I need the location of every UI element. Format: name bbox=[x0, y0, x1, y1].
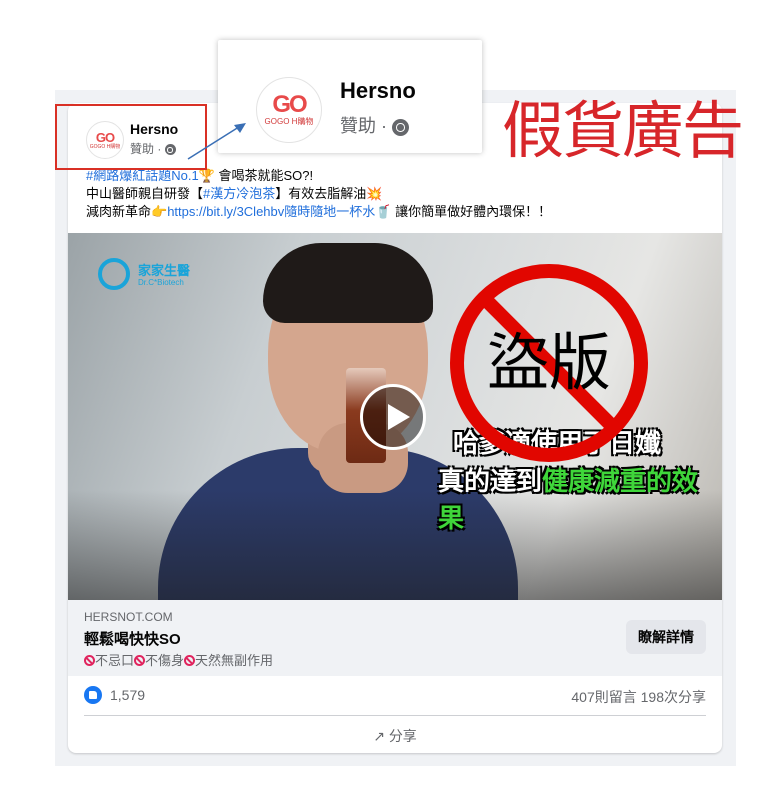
link-preview[interactable]: HERSNOT.COM 輕鬆喝快快SO 不忌口 不傷身 天然無副作用 瞭解詳情 bbox=[68, 600, 722, 676]
caption-white: 真的達到 bbox=[438, 466, 543, 496]
hashtag-link[interactable]: #網路爆紅話題No.1 bbox=[86, 168, 199, 183]
person-hair bbox=[263, 243, 433, 323]
desc-item: 天然無副作用 bbox=[195, 653, 274, 668]
zoomed-page-avatar: GO GOGO H購物 bbox=[256, 77, 322, 143]
brand-logo-icon bbox=[98, 258, 130, 290]
reaction-bar: 1,579 407則留言 198次分享 bbox=[84, 683, 706, 709]
zoomed-page-name: Hersno bbox=[340, 78, 416, 103]
desc-item: 不忌口 bbox=[95, 653, 135, 668]
desc-item: 不傷身 bbox=[145, 653, 185, 668]
link-domain: HERSNOT.COM bbox=[84, 610, 173, 624]
brand-name: 家家生醫 bbox=[138, 263, 191, 278]
post-line-3-suffix: 讓你簡單做好體內環保！！ bbox=[391, 204, 552, 219]
trophy-icon: 🏆 bbox=[198, 168, 215, 183]
pirated-text: 盜版 bbox=[486, 326, 611, 399]
post-line-2: 中山醫師親自研發【#漢方冷泡茶】有效去脂解油💥 bbox=[86, 185, 706, 203]
post-line-2-suffix: 】有效去脂解油 bbox=[275, 186, 367, 201]
zoomed-logo-text: GO bbox=[272, 91, 307, 118]
hashtag-link-2[interactable]: #漢方冷泡茶 bbox=[203, 186, 275, 201]
collision-icon: 💥 bbox=[366, 186, 383, 201]
zoomed-sponsored: 贊助 · bbox=[340, 112, 410, 138]
brand-logo: 家家生醫 Dr.C*Biotech bbox=[98, 258, 218, 294]
post-line-1-text: 會喝茶就能SO?! bbox=[214, 168, 314, 183]
link-description: 不忌口 不傷身 天然無副作用 bbox=[84, 650, 273, 669]
divider bbox=[84, 715, 706, 716]
learn-more-button[interactable]: 瞭解詳情 bbox=[626, 620, 706, 654]
post-line-3-prefix: 減肉新革命 bbox=[86, 204, 152, 219]
fake-ad-label: 假貨廣告 bbox=[502, 94, 744, 167]
video-caption-2: 真的達到健康減重的效果 bbox=[438, 461, 722, 535]
zoomed-globe-icon bbox=[392, 118, 410, 136]
share-icon: ↗ bbox=[373, 728, 385, 744]
prohibited-icon bbox=[134, 655, 146, 666]
pointing-hand-icon: 👉 bbox=[151, 204, 168, 219]
post-line-3: 減肉新革命👉https://bit.ly/3Clehbv隨時隨地一杯水🥤 讓你簡… bbox=[86, 203, 706, 221]
link-title[interactable]: 輕鬆喝快快SO bbox=[84, 628, 181, 649]
like-count[interactable]: 1,579 bbox=[110, 687, 145, 703]
pirated-stamp: 盜版 bbox=[444, 258, 654, 468]
like-icon[interactable] bbox=[84, 686, 102, 704]
share-button[interactable]: ↗ 分享 bbox=[68, 723, 722, 749]
prohibited-icon bbox=[84, 655, 95, 666]
cup-icon: 🥤 bbox=[375, 204, 392, 219]
zoomed-logo-sub: GOGO H購物 bbox=[264, 117, 314, 126]
prohibited-icon bbox=[184, 655, 196, 666]
post-text: #網路爆紅話題No.1🏆 會喝茶就能SO?! 中山醫師親自研發【#漢方冷泡茶】有… bbox=[86, 167, 706, 221]
zoomed-header: GO GOGO H購物 Hersno 贊助 · bbox=[218, 40, 482, 153]
zoomed-sponsored-text: 贊助 · bbox=[340, 116, 387, 136]
comments-shares-count[interactable]: 407則留言 198次分享 bbox=[571, 687, 706, 707]
play-button[interactable] bbox=[360, 384, 426, 450]
post-line-2-prefix: 中山醫師親自研發【 bbox=[86, 186, 204, 201]
post-url-link[interactable]: https://bit.ly/3Clehbv隨時隨地一杯水 bbox=[167, 204, 375, 219]
share-label: 分享 bbox=[388, 728, 417, 744]
brand-sub: Dr.C*Biotech bbox=[138, 278, 184, 287]
arrow-icon bbox=[187, 123, 246, 160]
